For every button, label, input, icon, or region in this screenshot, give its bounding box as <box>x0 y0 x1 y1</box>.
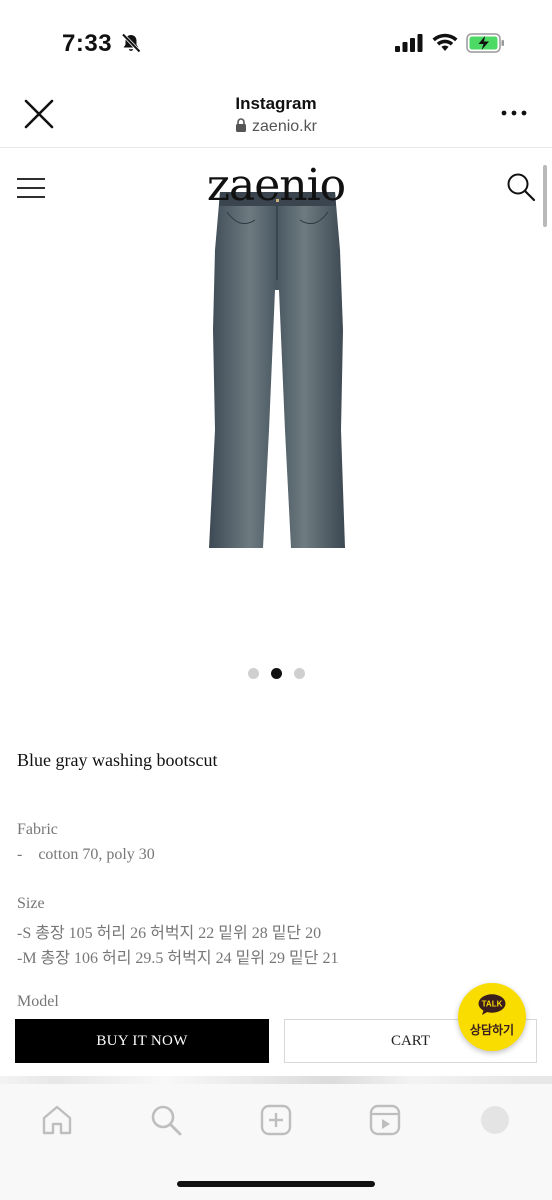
status-time: 7:33 <box>62 30 113 57</box>
lock-icon <box>236 118 247 132</box>
bell-off-icon <box>121 33 141 53</box>
browser-header: Instagram zaenio.kr <box>0 80 552 148</box>
profile-icon[interactable] <box>478 1103 512 1137</box>
content-peek <box>0 1076 552 1084</box>
kakao-label: 상담하기 <box>469 1023 515 1037</box>
home-icon[interactable] <box>40 1103 74 1137</box>
model-heading: Model <box>17 993 59 1008</box>
chat-bubble-icon: TALK <box>478 994 506 1015</box>
fabric-value: - cotton 70, poly 30 <box>17 846 155 863</box>
signal-icon <box>395 34 423 52</box>
search-icon[interactable] <box>149 1103 183 1137</box>
browser-url[interactable]: zaenio.kr <box>0 118 552 136</box>
size-m: -M 총장 106 허리 29.5 허벅지 24 밑위 29 밑단 21 <box>17 950 339 967</box>
buy-now-button[interactable]: BUY IT NOW <box>15 1019 269 1063</box>
status-bar: 7:33 <box>0 0 552 80</box>
more-options-icon[interactable] <box>500 108 528 118</box>
product-image-jeans[interactable] <box>205 190 350 552</box>
browser-title: Instagram <box>235 94 317 113</box>
battery-charging-icon <box>466 33 504 53</box>
carousel-dots <box>0 668 552 679</box>
plus-icon[interactable] <box>259 1103 293 1137</box>
size-s: -S 총장 105 허리 26 허벅지 22 밑위 28 밑단 20 <box>17 925 322 942</box>
carousel-dot[interactable] <box>293 668 305 679</box>
home-indicator <box>177 1181 375 1187</box>
site-logo[interactable]: zaenio <box>0 160 552 211</box>
reels-icon[interactable] <box>368 1103 402 1137</box>
kakao-badge: TALK <box>482 1000 503 1009</box>
fabric-heading: Fabric <box>17 821 58 838</box>
carousel-dot[interactable] <box>247 668 259 679</box>
wifi-icon <box>432 33 458 51</box>
kakao-chat-button[interactable]: TALK 상담하기 <box>458 983 526 1051</box>
url-text: zaenio.kr <box>252 118 317 135</box>
product-title: Blue gray washing bootscut <box>17 750 218 770</box>
carousel-dot-active[interactable] <box>270 668 282 679</box>
size-heading: Size <box>17 895 45 912</box>
